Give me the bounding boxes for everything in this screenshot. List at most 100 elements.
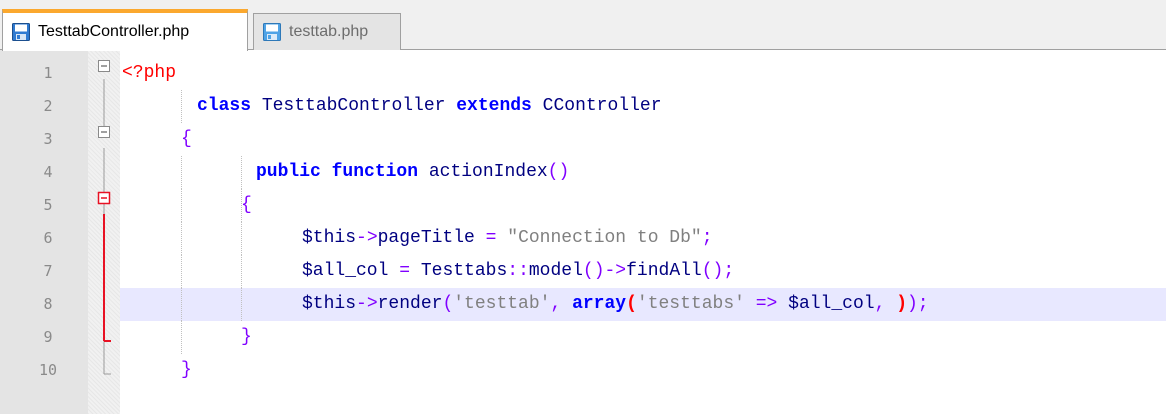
code-line[interactable]: 9} (0, 321, 1166, 354)
code-text: $this->render('testtab', array('testtabs… (302, 288, 929, 321)
tab-testtabcontroller[interactable]: TesttabController.php (2, 9, 248, 51)
code-line[interactable]: 7 $all_col = Testtabs::model()->findAll()… (0, 255, 1166, 288)
code-line[interactable]: 4 public function actionIndex() (0, 156, 1166, 189)
code-token: $this (302, 294, 357, 314)
code-line-background (120, 189, 1166, 222)
code-token: $all_col (302, 261, 389, 281)
line-number: 7 (43, 262, 53, 280)
code-text: $all_col = Testtabs::model()->findAll(); (302, 255, 734, 288)
code-token: } (241, 327, 252, 347)
code-line-background (120, 321, 1166, 354)
code-text: } (181, 354, 192, 387)
code-token: $this (302, 228, 357, 248)
code-token: -> (356, 228, 378, 248)
code-token: , (550, 294, 573, 314)
code-token: (); (701, 261, 735, 281)
code-line[interactable]: 8 $this->render('testtab', array('testtab… (0, 288, 1166, 321)
code-token: -> (356, 294, 378, 314)
saved-file-icon (12, 23, 30, 41)
line-number: 5 (43, 196, 53, 214)
code-token: ; (701, 228, 713, 248)
code-text: } (241, 321, 252, 354)
code-token: ( (442, 294, 454, 314)
code-token: = (485, 228, 497, 248)
tab-label: TesttabController.php (38, 23, 190, 40)
code-line-background (120, 354, 1166, 387)
code-token: function (331, 162, 419, 182)
code-token: ( (626, 294, 637, 314)
code-line[interactable]: 3{ (0, 123, 1166, 156)
code-token: , (874, 294, 897, 314)
code-token: "Connection to Db" (507, 228, 702, 248)
code-token: findAll (626, 261, 702, 281)
fold-toggle-line-1[interactable] (98, 60, 110, 72)
code-token: extends (456, 96, 532, 116)
indent-guide (181, 90, 182, 123)
code-token: <?php (122, 63, 177, 83)
code-token: ) (896, 294, 907, 314)
tab-bar: TesttabController.php testtab.php (0, 0, 1166, 51)
indent-guide (181, 189, 182, 222)
code-token: 'testtab' (453, 294, 551, 314)
indent-guide (181, 321, 182, 354)
line-number: 4 (43, 163, 53, 181)
tab-label: testtab.php (289, 23, 369, 40)
tab-testtab[interactable]: testtab.php (253, 13, 401, 50)
code-token: :: (507, 261, 529, 281)
code-token: render (377, 294, 443, 314)
code-token: model (528, 261, 583, 281)
code-token: { (241, 195, 252, 215)
code-text: { (241, 189, 252, 222)
code-token: TesttabController (251, 96, 457, 116)
code-token: array (572, 294, 627, 314)
line-number: 8 (43, 295, 53, 313)
fold-toggle-line-5[interactable] (97, 191, 111, 205)
indent-guide (241, 255, 242, 288)
code-line[interactable]: 2 class TesttabController extends CContro… (0, 90, 1166, 123)
indent-guide (181, 288, 182, 321)
code-token: ()-> (582, 261, 627, 281)
line-number: 6 (43, 229, 53, 247)
code-token: () (547, 162, 570, 182)
code-line-background (120, 57, 1166, 90)
indent-guide (181, 222, 182, 255)
code-line-background (120, 123, 1166, 156)
code-line[interactable]: 10} (0, 354, 1166, 387)
code-text: class TesttabController extends CControl… (197, 90, 662, 123)
fold-markers (97, 60, 111, 375)
code-line[interactable]: 6 $this->pageTitle = "Connection to Db"; (0, 222, 1166, 255)
code-token: class (197, 96, 252, 116)
code-token: actionIndex (418, 162, 548, 182)
code-token: = (399, 261, 411, 281)
code-text: { (181, 123, 192, 156)
code-token: } (181, 360, 192, 380)
line-number: 2 (43, 97, 53, 115)
line-number: 3 (43, 130, 53, 148)
saved-file-icon (263, 23, 281, 41)
indent-guide (181, 255, 182, 288)
code-line[interactable]: 1 <?php (0, 57, 1166, 90)
code-token: 'testtabs' (636, 294, 745, 314)
indent-guide (181, 156, 182, 189)
fold-toggle-line-3[interactable] (98, 126, 110, 138)
code-token: public (256, 162, 321, 182)
code-token: ); (907, 294, 929, 314)
code-text: $this->pageTitle = "Connection to Db"; (302, 222, 713, 255)
code-token: => (744, 294, 789, 314)
code-text: public function actionIndex() (256, 156, 569, 189)
code-line[interactable]: 5{ (0, 189, 1166, 222)
line-number: 9 (43, 328, 53, 346)
code-token: $all_col (788, 294, 875, 314)
indent-guide (241, 288, 242, 321)
line-number: 1 (43, 64, 53, 82)
code-token: CController (531, 96, 662, 116)
code-token: Testtabs (410, 261, 508, 281)
code-token: { (181, 129, 192, 149)
line-number: 10 (38, 361, 58, 379)
indent-guide (241, 156, 242, 189)
indent-guide (241, 222, 242, 255)
code-token: pageTitle (377, 228, 486, 248)
